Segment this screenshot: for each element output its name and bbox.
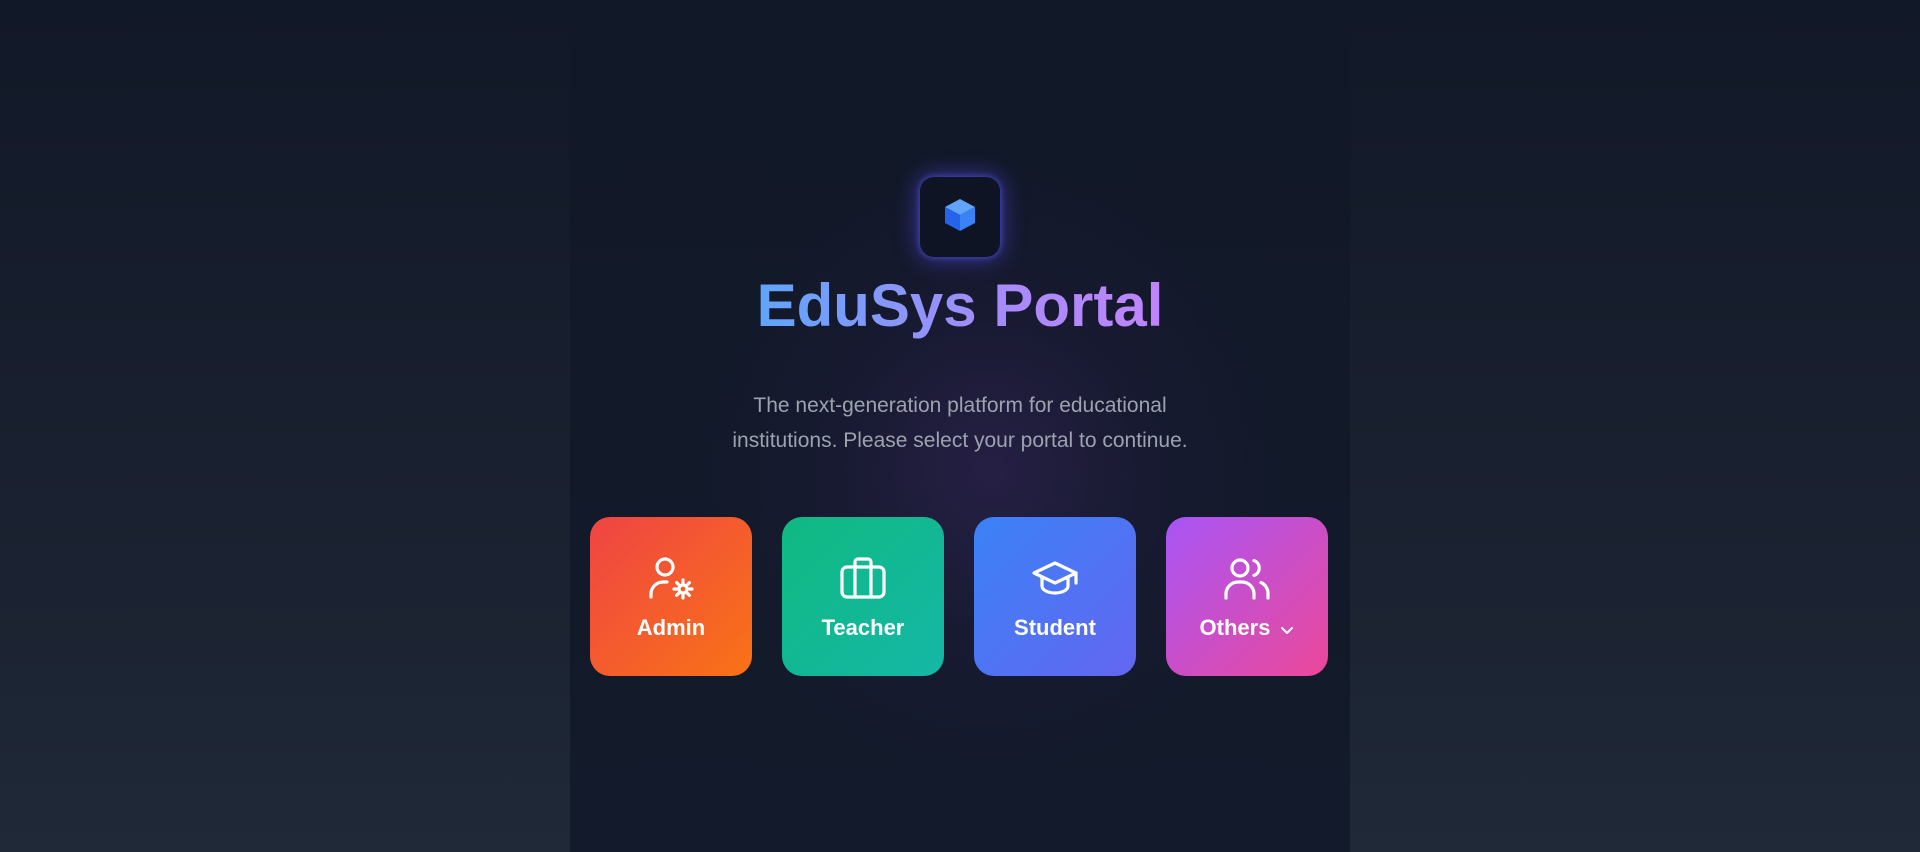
admin-label: Admin	[636, 614, 706, 640]
chevron-down-icon	[1280, 615, 1294, 641]
cube-icon	[943, 197, 977, 238]
graduation-cap-icon	[1029, 553, 1081, 605]
user-cog-icon	[645, 553, 697, 605]
others-label: Others	[1200, 615, 1295, 641]
teacher-portal-button[interactable]: Teacher	[782, 517, 944, 676]
others-portal-button[interactable]: Others	[1166, 517, 1328, 676]
admin-portal-button[interactable]: Admin	[590, 517, 752, 676]
users-icon	[1221, 553, 1273, 605]
page-title: EduSys Portal	[756, 272, 1164, 339]
subtitle-line-1: The next-generation platform for educati…	[753, 394, 1167, 417]
logo	[920, 177, 1000, 257]
page-subtitle: The next-generation platform for educati…	[0, 388, 1920, 458]
portal-cards: Admin Teacher Student Others	[590, 517, 1328, 676]
student-portal-button[interactable]: Student	[974, 517, 1136, 676]
briefcase-icon	[837, 553, 889, 605]
student-label: Student	[1014, 614, 1096, 640]
teacher-label: Teacher	[821, 614, 905, 640]
subtitle-line-2: institutions. Please select your portal …	[732, 429, 1188, 452]
